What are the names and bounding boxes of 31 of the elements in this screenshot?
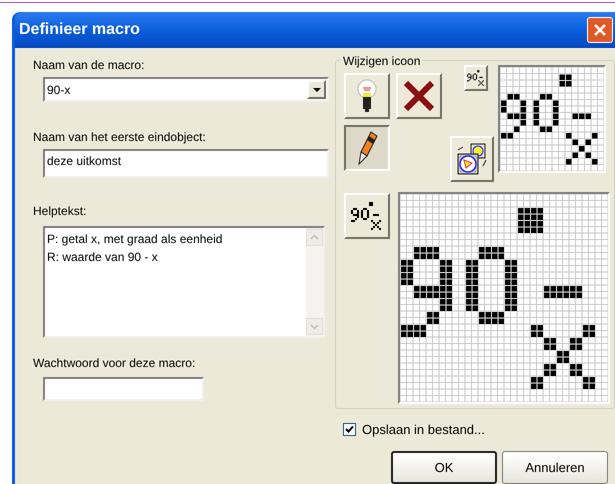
dialog-button[interactable]: Annuleren — [502, 451, 608, 484]
small-icon-canvas[interactable] — [498, 65, 606, 173]
help-text-line: P: getal x, met graad als eenheid — [47, 231, 224, 248]
delete-icon — [403, 80, 435, 112]
object-name-field[interactable]: deze uitkomst — [43, 149, 329, 178]
help-text-area[interactable]: P: getal x, met graad als eenheid R: waarde van 90 - x — [43, 226, 325, 338]
icon-preview-icon — [467, 69, 485, 87]
color-wheel-icon — [455, 142, 489, 176]
field-label: Naam van het eerste eindobject: — [33, 129, 207, 146]
tool-button[interactable] — [344, 125, 390, 171]
dialog-button[interactable]: OK — [391, 451, 497, 484]
field-label: Naam van de macro: — [33, 57, 146, 74]
close-button[interactable] — [587, 17, 613, 43]
field-label: Helptekst: — [33, 203, 88, 220]
field-label: Wachtwoord voor deze macro: — [33, 355, 196, 372]
save-checkbox-row[interactable]: Opslaan in bestand... — [343, 420, 615, 439]
small-icon-button[interactable] — [464, 65, 488, 91]
icon-preview-button[interactable] — [344, 193, 390, 239]
icon-editor-canvas[interactable] — [398, 192, 610, 404]
dropdown-arrow-button[interactable] — [307, 80, 326, 99]
palette-button[interactable] — [450, 136, 494, 182]
window-title: Definieer macro — [19, 20, 141, 40]
password-field[interactable] — [43, 377, 204, 401]
macro-name-combobox[interactable]: 90-x — [43, 77, 329, 102]
close-icon — [593, 23, 607, 37]
light-bulb-icon — [356, 79, 378, 113]
checkbox[interactable] — [343, 422, 356, 436]
check-icon — [345, 424, 354, 434]
checkbox-label: Opslaan in bestand... — [362, 420, 485, 439]
caret-icon — [312, 88, 320, 92]
help-text-line: R: waarde van 90 - x — [47, 249, 159, 266]
